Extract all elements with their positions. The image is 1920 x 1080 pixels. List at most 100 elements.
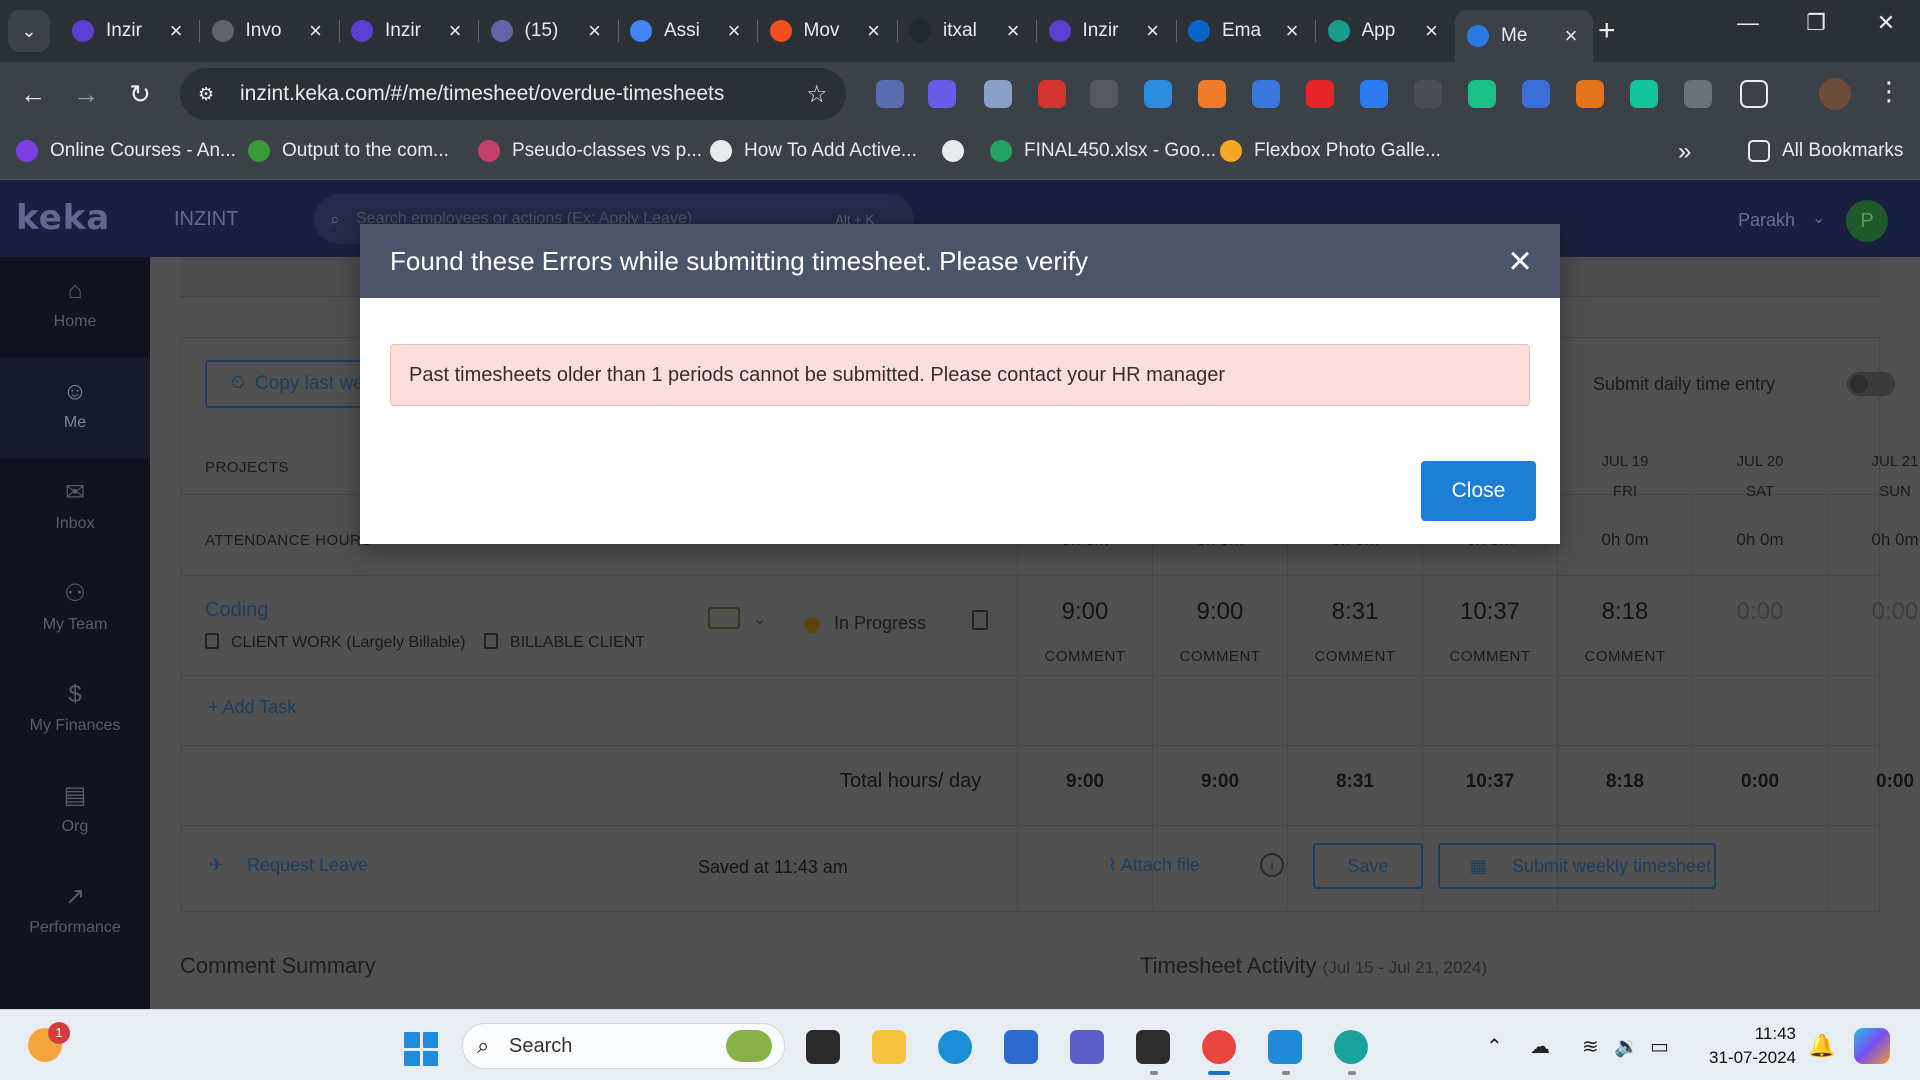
taskbar-search[interactable]: ⌕ Search	[462, 1023, 785, 1069]
day-comment-link[interactable]: COMMENT	[1018, 648, 1152, 665]
day-comment-link[interactable]: COMMENT	[1423, 648, 1557, 665]
system-clock[interactable]: 11:43 31-07-2024	[1700, 1022, 1796, 1070]
tab-close-icon[interactable]: ×	[445, 18, 465, 44]
tab-close-icon[interactable]: ×	[1282, 18, 1302, 44]
vscode-icon[interactable]	[1268, 1030, 1302, 1064]
billable-money-icon[interactable]	[708, 607, 740, 629]
url-text[interactable]: inzint.keka.com/#/me/timesheet/overdue-t…	[240, 82, 806, 106]
adblock-icon[interactable]	[1306, 80, 1334, 108]
bookmark-star-icon[interactable]: ☆	[806, 80, 846, 109]
more-bookmarks-icon[interactable]: »	[1678, 138, 1691, 166]
extension-icon[interactable]	[1198, 80, 1226, 108]
tab-close-icon[interactable]: ×	[585, 18, 605, 44]
wifi-icon[interactable]: ≋	[1582, 1034, 1599, 1059]
extension-icon[interactable]	[1684, 80, 1712, 108]
day-hours-input[interactable]: 9:00	[1018, 598, 1152, 626]
new-tab-button[interactable]: +	[1598, 14, 1616, 48]
battery-icon[interactable]: ▭	[1650, 1034, 1669, 1059]
user-name[interactable]: Parakh	[1738, 210, 1795, 231]
minimize-icon[interactable]: —	[1728, 10, 1768, 36]
project-name-link[interactable]: Coding	[205, 599, 268, 622]
bookmark-item[interactable]: Output to the com...	[248, 140, 449, 162]
save-button[interactable]: Save	[1313, 843, 1423, 889]
bookmark-item[interactable]: FINAL450.xlsx - Goo...	[990, 140, 1216, 162]
json-viewer-icon[interactable]	[1414, 80, 1442, 108]
site-settings-icon[interactable]: ⚙	[198, 84, 228, 105]
translate-icon[interactable]	[1522, 80, 1550, 108]
day-hours-input[interactable]: 0:00	[1693, 598, 1827, 626]
browser-tab[interactable]: itxal ×	[897, 10, 1035, 52]
close-icon[interactable]: ×	[1480, 239, 1560, 284]
browser-tab[interactable]: Inzir ×	[339, 10, 477, 52]
submit-daily-toggle[interactable]	[1847, 372, 1895, 396]
sidebar-item-my-finances[interactable]: $ My Finances	[0, 661, 150, 761]
delete-icon[interactable]	[972, 610, 988, 630]
tab-close-icon[interactable]: ×	[1003, 18, 1023, 44]
day-comment-link[interactable]: COMMENT	[1153, 648, 1287, 665]
extension-icon[interactable]	[928, 80, 956, 108]
user-avatar[interactable]: P	[1846, 200, 1888, 242]
reload-icon[interactable]: ↻	[122, 76, 158, 112]
download-extension-icon[interactable]	[1090, 80, 1118, 108]
tab-close-icon[interactable]: ×	[724, 18, 744, 44]
all-bookmarks-button[interactable]: All Bookmarks	[1748, 140, 1903, 162]
day-hours-input[interactable]: 8:18	[1558, 598, 1692, 626]
terminal-icon[interactable]	[1136, 1030, 1170, 1064]
chevron-down-icon[interactable]: ⌄	[753, 609, 766, 629]
bookmark-item[interactable]: Flexbox Photo Galle...	[1220, 140, 1441, 162]
tab-search-button[interactable]: ⌄	[8, 10, 50, 52]
task-status[interactable]: In Progress	[834, 613, 926, 634]
react-devtools-icon[interactable]	[876, 80, 904, 108]
sidebar-item-me[interactable]: ☺ Me	[0, 358, 150, 458]
attach-file-link[interactable]: ⌇ Attach file	[1108, 855, 1200, 876]
request-leave-link[interactable]: ✈ Request Leave	[209, 855, 368, 876]
browser-tab[interactable]: Mov ×	[758, 10, 896, 52]
browser-tab[interactable]: App ×	[1316, 10, 1454, 52]
profile-avatar[interactable]	[1819, 78, 1851, 110]
tab-close-icon[interactable]: ×	[1143, 18, 1163, 44]
chevron-down-icon[interactable]: ⌄	[1812, 208, 1825, 228]
day-hours-input[interactable]: 9:00	[1153, 598, 1287, 626]
restore-icon[interactable]: ❐	[1796, 10, 1836, 36]
app-icon[interactable]	[1334, 1030, 1368, 1064]
tab-close-icon[interactable]: ×	[1422, 18, 1442, 44]
bookmark-item[interactable]: Online Courses - An...	[16, 140, 236, 162]
bookmark-item[interactable]: How To Add Active...	[710, 140, 917, 162]
grammarly-icon[interactable]	[1630, 80, 1658, 108]
day-comment-link[interactable]: COMMENT	[1558, 648, 1692, 665]
sidebar-item-performance[interactable]: ↗ Performance	[0, 863, 150, 963]
browser-tab[interactable]: Invo ×	[200, 10, 338, 52]
sidebar-item-my-team[interactable]: ⚇ My Team	[0, 560, 150, 660]
close-button[interactable]: Close	[1421, 461, 1536, 521]
start-button[interactable]	[404, 1032, 438, 1066]
tab-close-icon[interactable]: ×	[166, 18, 186, 44]
tab-close-icon[interactable]: ×	[306, 18, 326, 44]
browser-menu-icon[interactable]: ⋮	[1876, 76, 1902, 107]
add-task-button[interactable]: + Add Task	[208, 697, 296, 718]
keka-logo[interactable]: keka	[16, 198, 110, 238]
bookmark-item[interactable]	[942, 140, 976, 162]
extensions-puzzle-icon[interactable]	[1740, 80, 1768, 108]
address-bar[interactable]: ⚙ inzint.keka.com/#/me/timesheet/overdue…	[180, 68, 846, 120]
edge-icon[interactable]	[938, 1030, 972, 1064]
extension-icon[interactable]	[1038, 80, 1066, 108]
submit-weekly-timesheet-button[interactable]: ▦ Submit weekly timesheet	[1438, 843, 1716, 889]
browser-tab[interactable]: (15) ×	[479, 10, 617, 52]
browser-tab[interactable]: Ema ×	[1176, 10, 1314, 52]
copilot-icon[interactable]	[1854, 1028, 1890, 1064]
browser-tab[interactable]: Inzir ×	[1037, 10, 1175, 52]
browser-tab[interactable]: Me ×	[1455, 10, 1593, 62]
extension-icon[interactable]	[1144, 80, 1172, 108]
copy-last-week-button[interactable]: ⏲ Copy last we	[205, 360, 375, 408]
bookmark-item[interactable]: Pseudo-classes vs p...	[478, 140, 702, 162]
tab-close-icon[interactable]: ×	[1561, 23, 1581, 49]
file-explorer-icon[interactable]	[872, 1030, 906, 1064]
sidebar-item-org[interactable]: ▤ Org	[0, 762, 150, 862]
browser-tab[interactable]: Inzir ×	[60, 10, 198, 52]
close-window-icon[interactable]: ✕	[1866, 10, 1906, 36]
extension-icon[interactable]	[1468, 80, 1496, 108]
back-icon[interactable]: ←	[15, 76, 51, 112]
sidebar-item-inbox[interactable]: ✉ Inbox	[0, 459, 150, 559]
onedrive-icon[interactable]: ☁	[1530, 1034, 1550, 1059]
day-hours-input[interactable]: 10:37	[1423, 598, 1557, 626]
